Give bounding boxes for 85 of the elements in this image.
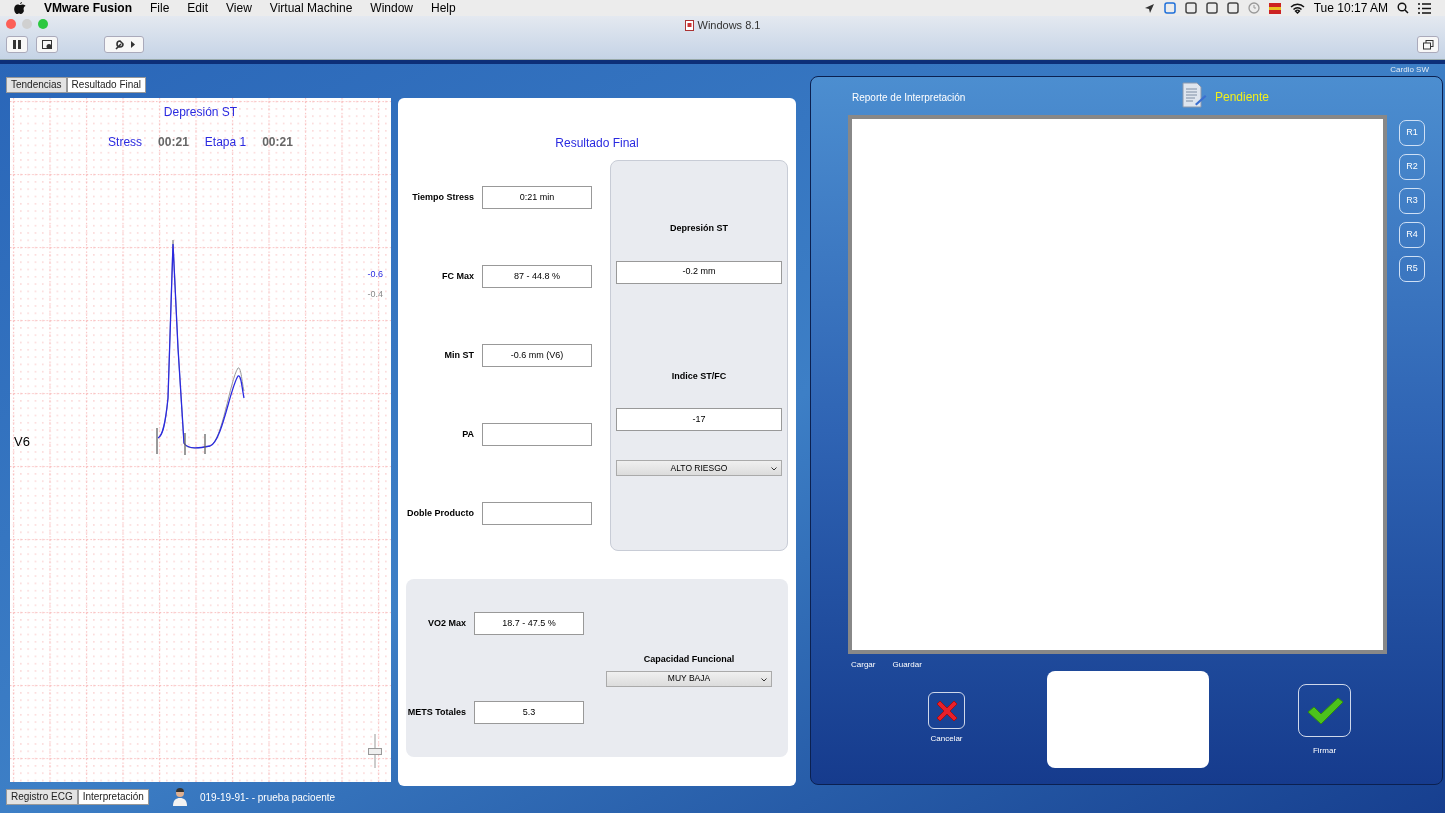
timer-label: Stress bbox=[108, 134, 143, 151]
section-label: Indice ST/FC bbox=[671, 369, 727, 383]
section-label: Capacidad Funcional bbox=[643, 653, 735, 666]
panel-title: Reporte de Interpretación bbox=[852, 91, 966, 105]
search-icon[interactable] bbox=[1397, 2, 1409, 14]
menu-clock[interactable]: Tue 10:17 AM bbox=[1313, 0, 1388, 17]
st-reading: -0.4 bbox=[367, 287, 383, 301]
link[interactable]: Cargar bbox=[851, 659, 876, 671]
menu-item[interactable]: Virtual Machine bbox=[269, 0, 353, 17]
tab[interactable]: Tendencias bbox=[6, 77, 67, 93]
input-field[interactable]: 0:21 min bbox=[482, 186, 592, 209]
status-label: Pendiente bbox=[1215, 89, 1270, 106]
report-button[interactable]: R1 bbox=[1399, 120, 1425, 146]
timer-value: 00:21 bbox=[158, 134, 189, 151]
snapshot-icon bbox=[41, 39, 53, 50]
flag-icon[interactable] bbox=[1268, 2, 1281, 14]
field-label: VO2 Max bbox=[426, 616, 466, 630]
menu-item[interactable]: Edit bbox=[187, 0, 209, 17]
input-field[interactable]: 5.3 bbox=[474, 701, 584, 724]
timer-label: Etapa 1 bbox=[204, 134, 247, 151]
dropdown[interactable]: ALTO RIESGO bbox=[616, 460, 782, 476]
input-field[interactable]: 18.7 - 47.5 % bbox=[474, 612, 584, 635]
location-arrow-icon[interactable] bbox=[1143, 2, 1155, 14]
window-title: Windows 8.1 bbox=[697, 18, 761, 33]
wrench-icon bbox=[113, 39, 125, 50]
chevron-down-icon bbox=[761, 677, 767, 682]
checkmark-icon bbox=[1305, 695, 1344, 726]
menu-item[interactable]: View bbox=[226, 0, 252, 17]
chart-title: Depresión ST bbox=[163, 104, 238, 121]
status-menu-icon[interactable] bbox=[1163, 2, 1176, 14]
field-label: FC Max bbox=[441, 269, 474, 283]
report-button[interactable]: R5 bbox=[1399, 256, 1425, 282]
status-menu-icon[interactable] bbox=[1226, 2, 1239, 14]
menu-icon[interactable] bbox=[1418, 2, 1431, 14]
input-field[interactable] bbox=[482, 423, 592, 446]
input-field[interactable]: -17 bbox=[616, 408, 782, 431]
window-button[interactable] bbox=[1417, 36, 1439, 53]
input-field[interactable]: -0.2 mm bbox=[616, 260, 782, 284]
section-label: Depresión ST bbox=[670, 222, 728, 235]
field-label: PA bbox=[461, 427, 474, 441]
menu-item[interactable]: Window bbox=[370, 0, 414, 17]
report-button[interactable]: R3 bbox=[1399, 188, 1425, 214]
report-button[interactable]: R4 bbox=[1399, 222, 1425, 248]
snapshot-button[interactable] bbox=[36, 36, 58, 53]
input-field[interactable] bbox=[482, 502, 592, 525]
link[interactable]: Guardar bbox=[892, 659, 922, 671]
dropdown[interactable]: MUY BAJA bbox=[606, 670, 772, 687]
chevron-down-icon bbox=[771, 467, 777, 471]
corner-text: Cardio SW bbox=[1390, 65, 1429, 74]
status-menu-icon[interactable] bbox=[1205, 2, 1218, 14]
st-reading: -0.6 bbox=[367, 268, 383, 281]
patient-label: 019-19-91- - prueba pacioente bbox=[200, 790, 336, 805]
person-icon bbox=[172, 788, 188, 806]
menu-item[interactable]: Help bbox=[431, 0, 456, 17]
status-menu-icon[interactable] bbox=[1184, 2, 1197, 14]
cancel-button[interactable] bbox=[928, 692, 965, 729]
windows-icon bbox=[1422, 39, 1434, 50]
tab[interactable]: Interpretación bbox=[77, 789, 149, 805]
field-label: Tiempo Stress bbox=[411, 190, 474, 204]
tab[interactable]: Resultado Final bbox=[66, 77, 147, 93]
settings-button[interactable] bbox=[104, 36, 144, 53]
input-field[interactable]: 87 - 44.8 % bbox=[482, 265, 592, 288]
document-icon bbox=[684, 19, 694, 31]
zoom-slider[interactable] bbox=[368, 734, 382, 768]
menu-item[interactable]: File bbox=[150, 0, 170, 17]
pause-icon bbox=[13, 40, 21, 49]
wifi-icon[interactable] bbox=[1289, 2, 1305, 14]
report-text-area[interactable] bbox=[848, 115, 1387, 654]
panel-title: Resultado Final bbox=[555, 135, 639, 152]
input-field[interactable]: -0.6 mm (V6) bbox=[482, 344, 592, 367]
apple-icon[interactable] bbox=[14, 1, 26, 15]
caret-icon bbox=[130, 41, 135, 48]
pause-button[interactable] bbox=[6, 36, 28, 53]
field-label: Min ST bbox=[443, 348, 474, 362]
button-label: Firmar bbox=[1312, 745, 1337, 757]
sign-button[interactable] bbox=[1298, 684, 1351, 737]
tab[interactable]: Registro ECG bbox=[6, 789, 78, 805]
report-button[interactable]: R2 bbox=[1399, 154, 1425, 180]
field-label: Doble Producto bbox=[406, 506, 474, 520]
document-edit-icon bbox=[1181, 82, 1207, 108]
button-label: Cancelar bbox=[930, 733, 963, 745]
timer-value: 00:21 bbox=[262, 134, 293, 151]
field-label: METS Totales bbox=[406, 705, 466, 719]
app-menu[interactable]: VMware Fusion bbox=[44, 0, 132, 17]
lead-label: V6 bbox=[14, 433, 30, 451]
